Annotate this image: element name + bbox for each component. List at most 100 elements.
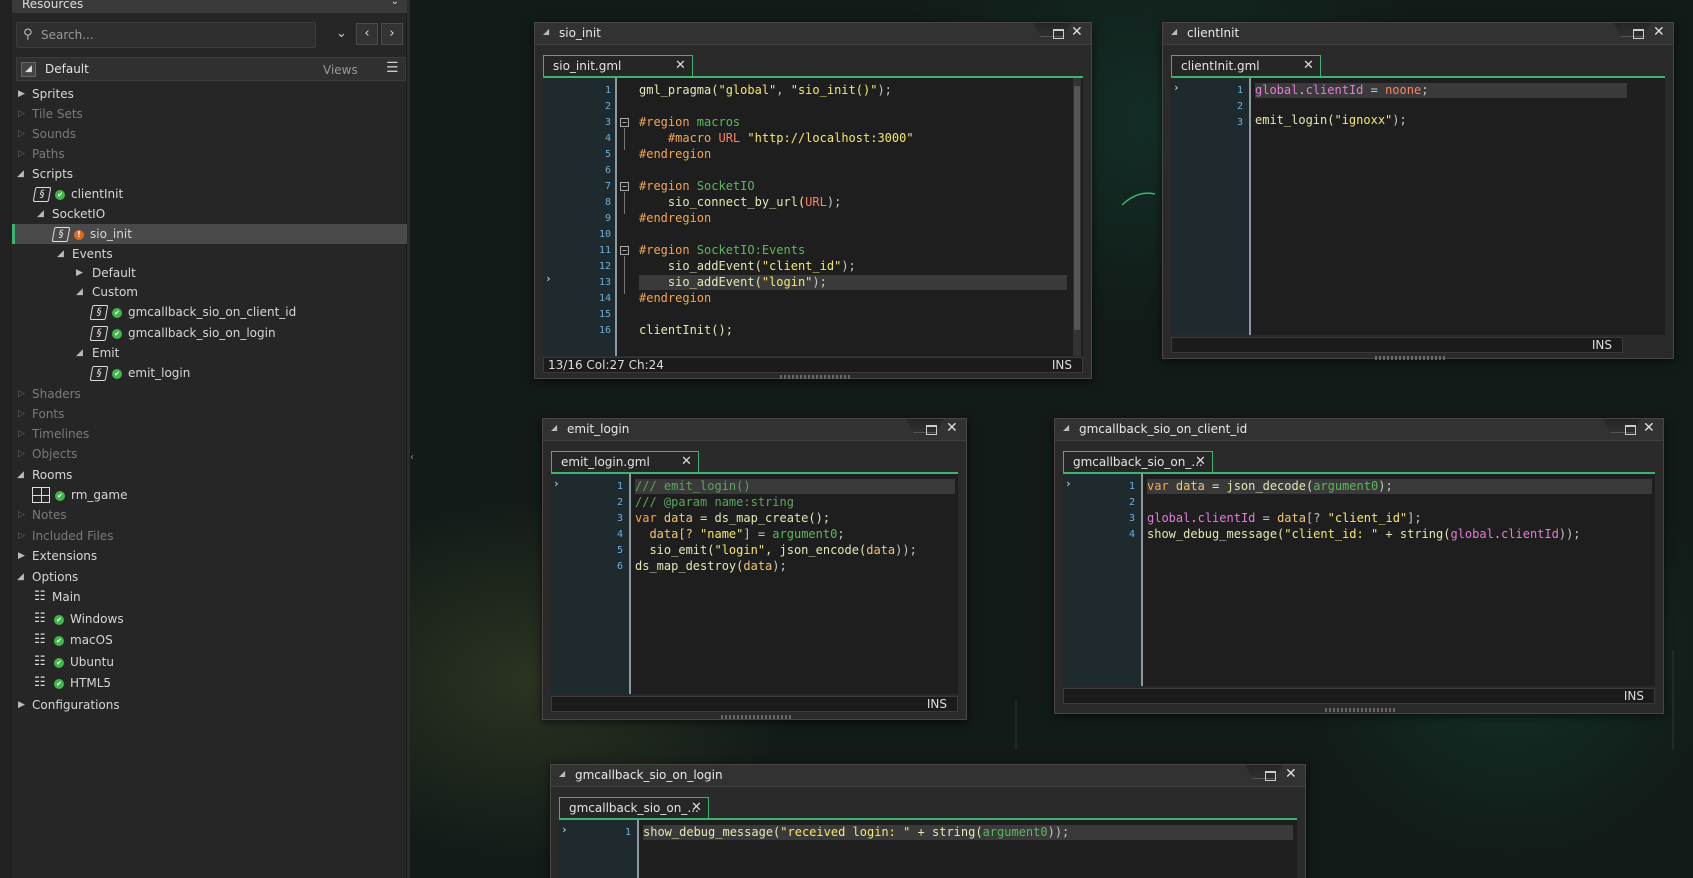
tree-folder-paths[interactable]: ▷ Paths [12, 144, 407, 164]
window-titlebar[interactable]: ◢ gmcallback_sio_on_client_id ✕ [1055, 419, 1663, 441]
close-tab-icon[interactable]: ✕ [681, 452, 692, 472]
tree-item-options-ubuntu[interactable]: ☷ ✔ Ubuntu [12, 652, 407, 672]
close-tab-icon[interactable]: ✕ [1303, 56, 1314, 76]
tree-folder-options[interactable]: ◢ Options [12, 567, 407, 587]
ok-status-icon: ✔ [54, 615, 64, 625]
tree-folder-included-files[interactable]: ▷ Included Files [12, 526, 407, 546]
close-tab-icon[interactable]: ✕ [675, 56, 686, 76]
tree-item-emit-login[interactable]: § ✔ emit_login [12, 363, 407, 383]
tree-item-clientinit[interactable]: § ✔ clientInit [12, 184, 407, 204]
tree-label: emit_login [128, 366, 191, 380]
views-label[interactable]: Views [323, 63, 358, 77]
code-line: show_debug_message("received login: " + … [643, 825, 1070, 839]
fold-toggle-icon[interactable]: − [620, 246, 629, 255]
window-titlebar[interactable]: ◢ gmcallback_sio_on_login ✕ [551, 765, 1305, 787]
code-editor[interactable]: › 1 2 3 4 var data = json_decode(argumen… [1063, 472, 1655, 686]
tree-item-gmcallback-sio-on-client-id[interactable]: § ✔ gmcallback_sio_on_client_id [12, 302, 407, 322]
tree-item-sio-init[interactable]: §! sio_init [12, 224, 407, 244]
resize-grip[interactable] [780, 375, 850, 379]
close-icon[interactable]: ✕ [1643, 420, 1655, 436]
home-icon[interactable]: ◢ [21, 62, 36, 77]
tree-folder-objects[interactable]: ▷ Objects [12, 444, 407, 464]
collapse-triangle-icon[interactable]: ◢ [559, 769, 565, 778]
maximize-icon[interactable] [926, 425, 937, 435]
tree-folder-timelines[interactable]: ▷ Timelines [12, 424, 407, 444]
tab-emit-login-gml[interactable]: emit_login.gml ✕ [551, 451, 699, 473]
window-titlebar[interactable]: ◢ clientInit ✕ [1163, 23, 1673, 45]
fold-toggle-icon[interactable]: − [620, 182, 629, 191]
resources-header[interactable]: Resources ⌄ [12, 0, 407, 13]
menu-icon[interactable]: ☰ [386, 60, 399, 76]
line-number: 1 [616, 481, 623, 492]
close-tab-icon[interactable]: ✕ [691, 798, 702, 818]
resize-grip[interactable] [1325, 708, 1395, 712]
tree-folder-emit[interactable]: ◢ Emit [12, 343, 407, 363]
code-editor[interactable]: › 1 2 3 4 5 6 /// emit_login() /// @para… [551, 472, 958, 694]
tree-folder-tile-sets[interactable]: ▷ Tile Sets [12, 104, 407, 124]
search-box[interactable]: ⚲ [16, 22, 316, 48]
window-titlebar[interactable]: ◢ emit_login ✕ [543, 419, 966, 441]
close-icon[interactable]: ✕ [1071, 24, 1083, 40]
forward-button[interactable]: › [381, 23, 403, 45]
tree-item-rm-game[interactable]: ✔ rm_game [12, 485, 407, 505]
code-editor[interactable]: › 1 2 3 global.clientId = noone; emit_lo… [1171, 76, 1665, 335]
maximize-icon[interactable] [1633, 29, 1644, 39]
search-dropdown-icon[interactable]: ⌄ [336, 26, 347, 41]
code-editor[interactable]: › 1 2 3 4 5 6 7 8 9 10 11 12 13 14 15 16… [543, 76, 1083, 356]
maximize-icon[interactable] [1625, 425, 1636, 435]
current-line-marker-icon: › [545, 272, 552, 285]
tree-item-options-windows[interactable]: ☷ ✔ Windows [12, 609, 407, 629]
maximize-icon[interactable] [1053, 29, 1064, 39]
tree-folder-sprites[interactable]: ▶ Sprites [12, 84, 407, 104]
tree-folder-sounds[interactable]: ▷ Sounds [12, 124, 407, 144]
close-icon[interactable]: ✕ [946, 420, 958, 436]
tree-folder-shaders[interactable]: ▷ Shaders [12, 384, 407, 404]
collapse-triangle-icon[interactable]: ◢ [551, 423, 557, 432]
tree-folder-rooms[interactable]: ◢ Rooms [12, 465, 407, 485]
titlebar-notch [1245, 765, 1283, 779]
tree-folder-fonts[interactable]: ▷ Fonts [12, 404, 407, 424]
code-editor[interactable]: › 1 show_debug_message("received login: … [559, 818, 1297, 878]
tree-folder-socketio[interactable]: ◢ SocketIO [12, 204, 407, 224]
tree-folder-default[interactable]: ▶ Default [12, 263, 407, 283]
tree-folder-scripts[interactable]: ◢ Scripts [12, 164, 407, 184]
close-tab-icon[interactable]: ✕ [1195, 452, 1206, 472]
tab-gmcallback-login[interactable]: gmcallback_sio_on_... ✕ [559, 797, 709, 819]
workspace-canvas[interactable]: ‹ ◢ sio_init ✕ sio_init.gml ✕ › 1 2 3 4 … [410, 0, 1693, 878]
vertical-scrollbar[interactable] [1073, 78, 1081, 356]
tree-label: Paths [32, 147, 65, 161]
tree-label: HTML5 [70, 676, 112, 690]
tree-folder-extensions[interactable]: ▶ Extensions [12, 546, 407, 566]
line-number: 4 [604, 133, 611, 144]
tree-item-options-macos[interactable]: ☷ ✔ macOS [12, 630, 407, 650]
chevron-down-icon[interactable]: ⌄ [391, 0, 399, 7]
fold-toggle-icon[interactable]: − [620, 118, 629, 127]
code-line: sio_emit("login", json_encode(data)); [635, 543, 917, 557]
scrollbar-thumb[interactable] [1074, 86, 1080, 330]
search-input[interactable] [41, 26, 311, 44]
collapse-triangle-icon[interactable]: ◢ [543, 27, 549, 36]
tab-clientinit-gml[interactable]: clientInit.gml ✕ [1171, 55, 1321, 77]
tab-gmcallback-client-id[interactable]: gmcallback_sio_on_... ✕ [1063, 451, 1213, 473]
tree-folder-configurations[interactable]: ▶ Configurations [12, 695, 407, 715]
collapse-triangle-icon[interactable]: ◢ [1171, 27, 1177, 36]
close-icon[interactable]: ✕ [1653, 24, 1665, 40]
line-number: 5 [616, 545, 623, 556]
collapse-triangle-icon[interactable]: ◢ [1063, 423, 1069, 432]
window-titlebar[interactable]: ◢ sio_init ✕ [535, 23, 1091, 45]
tree-item-options-main[interactable]: ☷ Main [12, 587, 407, 607]
tab-sio-init-gml[interactable]: sio_init.gml ✕ [543, 55, 693, 77]
resize-grip[interactable] [721, 715, 791, 719]
tree-folder-notes[interactable]: ▷ Notes [12, 505, 407, 525]
tree-label: Timelines [32, 427, 90, 441]
tree-folder-custom[interactable]: ◢ Custom [12, 282, 407, 302]
line-number: 8 [604, 197, 611, 208]
code-line: clientInit(); [639, 323, 733, 337]
resize-grip[interactable] [1375, 356, 1445, 360]
back-button[interactable]: ‹ [356, 23, 378, 45]
tree-item-gmcallback-sio-on-login[interactable]: § ✔ gmcallback_sio_on_login [12, 323, 407, 343]
tree-folder-events[interactable]: ◢ Events [12, 244, 407, 264]
tree-item-options-html5[interactable]: ☷ ✔ HTML5 [12, 673, 407, 693]
close-icon[interactable]: ✕ [1285, 766, 1297, 782]
maximize-icon[interactable] [1265, 771, 1276, 781]
